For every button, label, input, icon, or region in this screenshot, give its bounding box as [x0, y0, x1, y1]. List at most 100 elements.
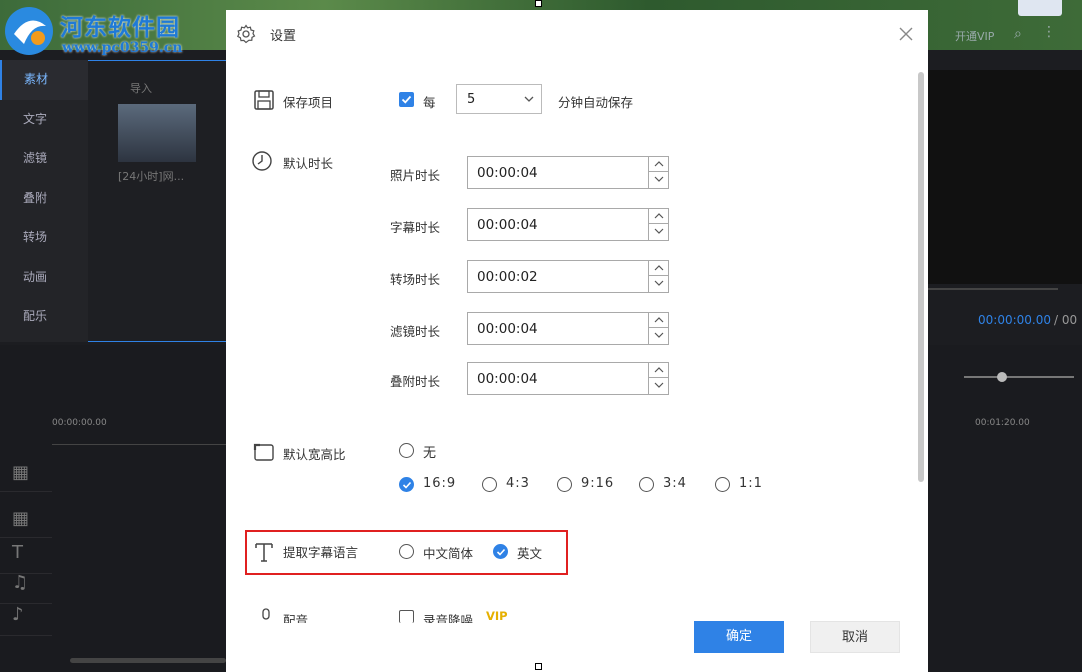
- subtitle-lang-chinese-label: 中文简体: [423, 546, 474, 561]
- dialog-scrollbar[interactable]: [918, 72, 924, 482]
- aspect-radio-none[interactable]: [399, 443, 414, 458]
- preview-screen: [928, 70, 1082, 284]
- spin-buttons: [648, 209, 669, 240]
- watermark-logo-icon: [5, 7, 53, 55]
- denoise-checkbox[interactable]: [399, 610, 414, 623]
- chevron-down-icon: [654, 332, 664, 338]
- decrement-button[interactable]: [649, 224, 669, 239]
- autosave-interval-value: 5: [467, 92, 476, 107]
- nav-item-overlay[interactable]: 叠附: [0, 179, 88, 219]
- subtitle-duration-input[interactable]: 00:00:04: [467, 208, 669, 241]
- open-vip-button[interactable]: 开通VIP: [955, 28, 994, 44]
- zoom-slider-handle[interactable]: [997, 372, 1007, 382]
- ruler-end: 00:01:20.00: [975, 418, 1030, 428]
- video-track-icon: ▦: [12, 462, 30, 483]
- more-icon[interactable]: ⋮: [1042, 24, 1056, 40]
- aspect-16-9-label: 16:9: [423, 476, 457, 491]
- aspect-radio-16-9[interactable]: [399, 477, 414, 492]
- import-tab[interactable]: 导入: [130, 80, 152, 96]
- chevron-down-icon: [524, 96, 534, 102]
- aspect-3-4-label: 3:4: [663, 476, 687, 491]
- selection-handle: [535, 663, 542, 670]
- photo-duration-input[interactable]: 00:00:04: [467, 156, 669, 189]
- subtitle-duration-label: 字幕时长: [390, 220, 441, 235]
- decrement-button[interactable]: [649, 328, 669, 343]
- save-project-label: 保存项目: [283, 95, 334, 110]
- track-row: ♫: [0, 568, 52, 604]
- ruler-start: 00:00:00.00: [52, 418, 107, 428]
- denoise-label: 录音降噪: [423, 613, 474, 623]
- ok-button[interactable]: 确定: [694, 621, 784, 653]
- music-track-icon: ♫: [12, 572, 29, 593]
- aspect-radio-4-3[interactable]: [482, 477, 497, 492]
- mic-track-icon: ♪: [12, 604, 24, 625]
- vip-badge: VIP: [486, 609, 508, 622]
- media-thumbnail-caption: [24小时]网...: [118, 170, 185, 183]
- aspect-1-1-label: 1:1: [739, 476, 763, 491]
- nav-item-text[interactable]: 文字: [0, 100, 88, 140]
- autosave-suffix-label: 分钟自动保存: [558, 95, 634, 110]
- check-icon: [496, 548, 506, 556]
- settings-dialog: 设置 保存项目 每 5 分钟自动保存 默认时长 照片时长 00:00:04 字幕…: [226, 10, 928, 672]
- timeline-scrollbar[interactable]: [70, 658, 226, 663]
- chevron-down-icon: [654, 228, 664, 234]
- nav-item-transition[interactable]: 转场: [0, 218, 88, 258]
- chevron-down-icon: [654, 280, 664, 286]
- chevron-up-icon: [654, 213, 664, 219]
- chevron-down-icon: [654, 382, 664, 388]
- overlay-duration-label: 叠附时长: [390, 374, 441, 389]
- increment-button[interactable]: [649, 209, 669, 224]
- increment-button[interactable]: [649, 313, 669, 328]
- check-icon: [402, 481, 412, 489]
- clock-icon: [252, 151, 272, 171]
- cancel-button[interactable]: 取消: [810, 621, 900, 653]
- preview-total: / 00: [1054, 313, 1078, 327]
- chevron-down-icon: [654, 176, 664, 182]
- chevron-up-icon: [654, 265, 664, 271]
- preview-time: 00:00:00.00: [978, 313, 1051, 327]
- aspect-radio-9-16[interactable]: [557, 477, 572, 492]
- preview-progress[interactable]: [928, 288, 1058, 290]
- subtitle-lang-radio-english[interactable]: [493, 544, 508, 559]
- decrement-button[interactable]: [649, 378, 669, 393]
- watermark-url: www.pc0359.cn: [62, 40, 183, 56]
- zoom-slider[interactable]: [964, 376, 1074, 378]
- aspect-radio-1-1[interactable]: [715, 477, 730, 492]
- transition-duration-label: 转场时长: [390, 272, 441, 287]
- save-icon: [254, 90, 274, 110]
- increment-button[interactable]: [649, 157, 669, 172]
- selection-handle: [535, 0, 542, 7]
- close-button[interactable]: [894, 22, 918, 46]
- decrement-button[interactable]: [649, 172, 669, 187]
- media-panel: [88, 60, 228, 342]
- watermark-site-name: 河东软件园: [60, 14, 180, 41]
- aspect-radio-3-4[interactable]: [639, 477, 654, 492]
- overlay-duration-input[interactable]: 00:00:04: [467, 362, 669, 395]
- nav-item-animation[interactable]: 动画: [0, 258, 88, 298]
- autosave-checkbox[interactable]: [399, 92, 414, 107]
- nav-item-material[interactable]: 素材: [0, 60, 88, 100]
- avatar[interactable]: [1018, 0, 1062, 16]
- dialog-title: 设置: [270, 29, 297, 44]
- default-duration-label: 默认时长: [283, 156, 334, 171]
- chevron-up-icon: [654, 367, 664, 373]
- filter-duration-input[interactable]: 00:00:04: [467, 312, 669, 345]
- search-icon[interactable]: ⌕: [1014, 26, 1022, 42]
- subtitle-language-label: 提取字幕语言: [283, 545, 359, 560]
- dubbing-label: 配音: [283, 613, 309, 623]
- media-thumbnail[interactable]: [118, 104, 196, 162]
- increment-button[interactable]: [649, 261, 669, 276]
- track-row: ♪: [0, 600, 52, 636]
- text-t-icon: [255, 543, 273, 562]
- subtitle-lang-radio-chinese[interactable]: [399, 544, 414, 559]
- photo-duration-label: 照片时长: [390, 168, 441, 183]
- nav-item-music[interactable]: 配乐: [0, 297, 88, 337]
- transition-duration-input[interactable]: 00:00:02: [467, 260, 669, 293]
- filter-duration-label: 滤镜时长: [390, 324, 441, 339]
- video-track-icon: ▦: [12, 508, 30, 529]
- nav-item-filter[interactable]: 滤镜: [0, 139, 88, 179]
- increment-button[interactable]: [649, 363, 669, 378]
- overlay-duration-value: 00:00:04: [477, 371, 538, 387]
- decrement-button[interactable]: [649, 276, 669, 291]
- autosave-interval-select[interactable]: 5: [456, 84, 542, 114]
